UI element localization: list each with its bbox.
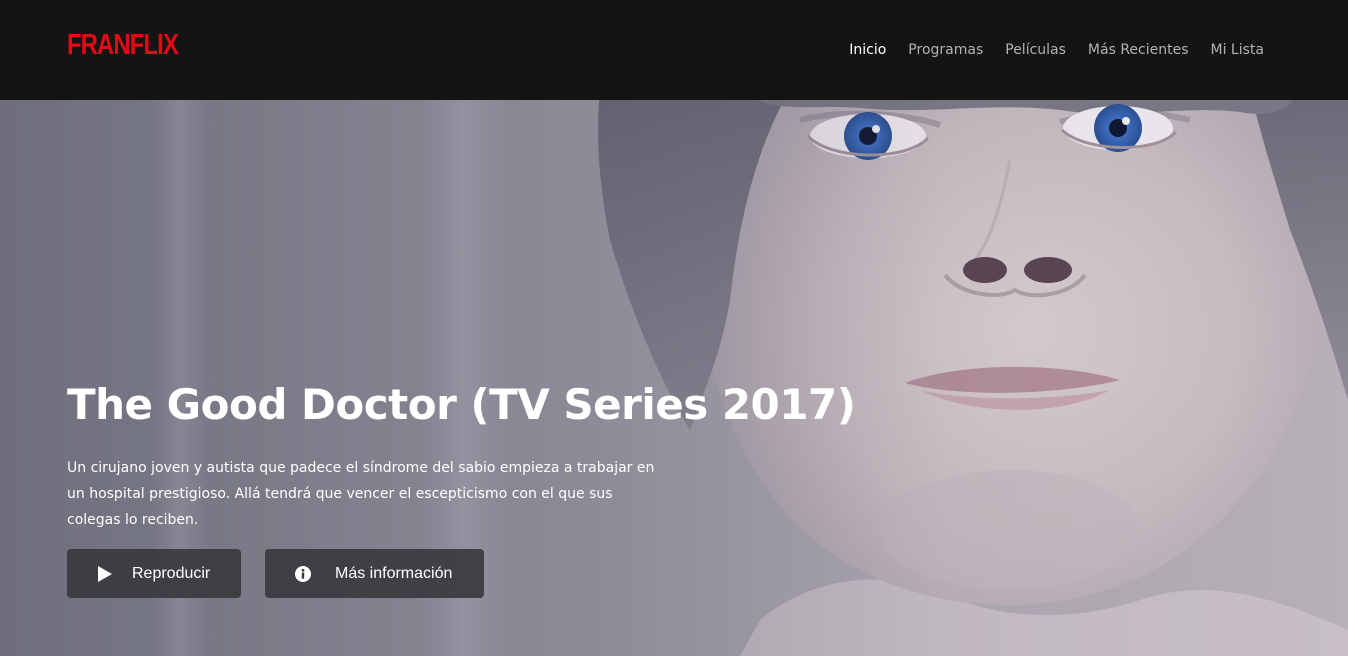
nav-item-inicio[interactable]: Inicio [849,41,886,59]
logo[interactable]: FRANFLIX [67,31,179,60]
hero-content: The Good Doctor (TV Series 2017) Un ciru… [67,377,856,598]
play-icon [97,565,113,582]
play-button[interactable]: Reproducir [67,549,241,598]
nav-item-peliculas[interactable]: Películas [1005,41,1066,59]
nav-item-mi-lista[interactable]: Mi Lista [1211,41,1264,59]
hero-actions: Reproducir Más información [67,549,827,598]
play-button-label: Reproducir [132,564,211,582]
hero-banner: The Good Doctor (TV Series 2017) Un ciru… [0,100,1348,656]
nav-item-mas-recientes[interactable]: Más Recientes [1088,41,1189,59]
page: FRANFLIX Inicio Programas Películas Más … [0,0,1348,656]
more-info-button-label: Más información [335,564,453,582]
hero-title: The Good Doctor (TV Series 2017) [67,380,856,429]
more-info-button[interactable]: Más información [265,549,484,598]
info-icon [295,565,311,582]
main-nav: Inicio Programas Películas Más Recientes… [849,41,1264,59]
top-navbar: FRANFLIX Inicio Programas Películas Más … [0,0,1348,100]
nav-item-programas[interactable]: Programas [908,41,983,59]
hero-description: Un cirujano joven y autista que padece e… [67,460,655,528]
